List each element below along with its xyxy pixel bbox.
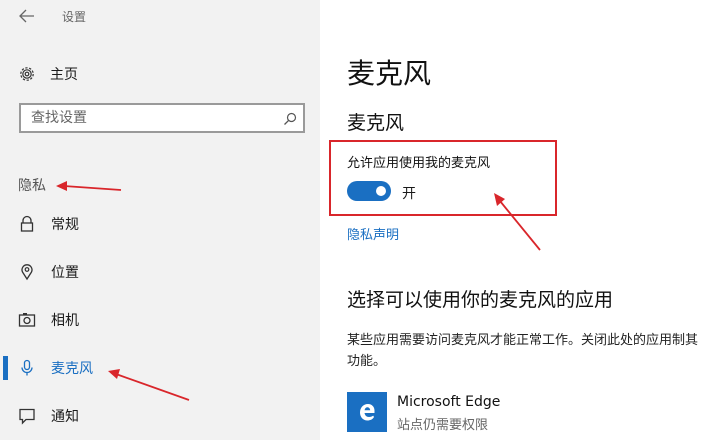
app-row-edge[interactable]: Microsoft Edge 站点仍需要权限 xyxy=(347,392,687,433)
camera-icon xyxy=(18,311,36,329)
page-title: 麦克风 xyxy=(347,57,432,90)
toggle-state-label: 开 xyxy=(402,186,416,202)
section-title: 麦克风 xyxy=(347,112,405,134)
sidebar-item-location[interactable]: 位置 xyxy=(0,252,320,292)
sidebar-item-label: 麦克风 xyxy=(51,361,93,377)
sidebar-item-label: 位置 xyxy=(51,265,79,281)
sidebar: 设置 主页 隐私 常规 xyxy=(0,0,320,440)
privacy-statement-link[interactable]: 隐私声明 xyxy=(347,224,399,243)
location-pin-icon xyxy=(18,263,36,281)
allow-apps-label: 允许应用使用我的麦克风 xyxy=(347,156,491,171)
sidebar-item-label: 常规 xyxy=(51,217,79,233)
microphone-toggle[interactable] xyxy=(347,181,391,201)
sidebar-item-microphone[interactable]: 麦克风 xyxy=(0,348,320,388)
sidebar-item-label: 相机 xyxy=(51,313,79,329)
sidebar-item-camera[interactable]: 相机 xyxy=(0,300,320,340)
back-arrow-icon xyxy=(19,9,34,23)
app-status: 站点仍需要权限 xyxy=(397,418,489,433)
apps-section-title: 选择可以使用你的麦克风的应用 xyxy=(347,289,614,311)
back-button[interactable] xyxy=(18,8,36,24)
main-content: 麦克风 麦克风 允许应用使用我的麦克风 开 隐私声明 选择可以使用你的麦克风的应… xyxy=(320,0,708,440)
app-name: Microsoft Edge xyxy=(397,394,501,410)
microphone-icon xyxy=(18,359,36,377)
lock-icon xyxy=(18,215,36,233)
search-box[interactable] xyxy=(19,103,305,133)
notification-icon xyxy=(18,407,36,425)
sidebar-item-general[interactable]: 常规 xyxy=(0,204,320,244)
nav-home-label: 主页 xyxy=(50,67,78,83)
title-bar: 设置 xyxy=(0,0,320,32)
search-input[interactable] xyxy=(21,105,271,131)
gear-icon xyxy=(18,65,36,83)
sidebar-item-notifications[interactable]: 通知 xyxy=(0,396,320,436)
edge-icon xyxy=(347,392,387,432)
active-indicator xyxy=(3,356,8,380)
window-title: 设置 xyxy=(62,10,87,24)
toggle-knob xyxy=(376,186,386,196)
privacy-section-label: 隐私 xyxy=(18,178,46,194)
apps-description: 某些应用需要访问麦克风才能正常工作。关闭此处的应用制其功能。 xyxy=(347,333,699,369)
search-icon[interactable] xyxy=(283,111,297,125)
sidebar-item-label: 通知 xyxy=(51,409,79,425)
nav-home[interactable]: 主页 xyxy=(18,62,78,86)
